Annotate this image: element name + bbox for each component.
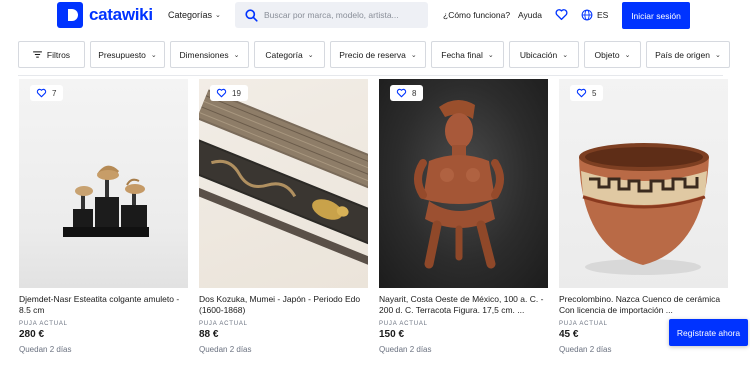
lot-card[interactable]: 8 Nayarit, Costa Oeste de México, 100 a.… (379, 79, 548, 354)
time-remaining: Quedan 2 días (559, 345, 612, 354)
chevron-down-icon: ⌄ (624, 51, 631, 59)
amulets-illustration (63, 165, 149, 237)
lot-card[interactable]: 5 Precolombino. Nazca Cuenco de cerámica… (559, 79, 728, 354)
top-header: catawiki Categorías ⌄ ¿Cómo funciona? Ay… (0, 0, 750, 32)
lot-title[interactable]: Precolombino. Nazca Cuenco de cerámica C… (559, 294, 728, 316)
favorite-badge[interactable]: 19 (210, 85, 248, 101)
favorite-badge[interactable]: 7 (30, 85, 64, 101)
globe-icon (581, 9, 593, 21)
register-button[interactable]: Regístrate ahora (669, 319, 748, 346)
help-link[interactable]: Ayuda (518, 10, 542, 20)
time-remaining: Quedan 2 días (19, 345, 72, 354)
filter-reserve-price[interactable]: Precio de reserva ⌄ (330, 41, 426, 68)
filter-label: Dimensiones (179, 49, 229, 60)
filter-label: Filtros (46, 49, 71, 60)
lot-title[interactable]: Nayarit, Costa Oeste de México, 100 a. C… (379, 294, 548, 316)
filter-label: Precio de reserva (339, 49, 406, 60)
nazca-bowl-illustration (579, 143, 709, 275)
chevron-down-icon: ⌄ (215, 12, 221, 19)
time-remaining: Quedan 2 días (379, 345, 432, 354)
favorite-count: 7 (52, 88, 57, 98)
filter-label: Categoría (265, 49, 303, 60)
filter-object[interactable]: Objeto ⌄ (584, 41, 641, 68)
favorite-badge[interactable]: 5 (570, 85, 604, 101)
lot-card[interactable]: 7 Djemdet-Nasr Esteatita colgante amulet… (19, 79, 188, 354)
heart-icon (36, 88, 47, 98)
how-it-works-link[interactable]: ¿Cómo funciona? (443, 10, 510, 20)
catawiki-logo[interactable]: catawiki (57, 2, 153, 28)
chevron-down-icon: ⌄ (150, 51, 157, 59)
lot-title[interactable]: Djemdet-Nasr Esteatita colgante amuleto … (19, 294, 188, 316)
filter-country-of-origin[interactable]: País de origen ⌄ (646, 41, 730, 68)
filter-label: Presupuesto (98, 49, 146, 60)
chevron-down-icon: ⌄ (307, 51, 314, 59)
sliders-icon (33, 51, 42, 58)
chevron-down-icon: ⌄ (233, 51, 240, 59)
chevron-down-icon: ⌄ (714, 51, 721, 59)
search-input[interactable] (264, 10, 424, 20)
current-bid-price: 88 € (199, 329, 219, 340)
filter-budget[interactable]: Presupuesto ⌄ (90, 41, 165, 68)
language-selector[interactable]: ES (581, 9, 608, 21)
heart-icon (216, 88, 227, 98)
current-bid-label: PUJA ACTUAL (199, 321, 248, 327)
filter-category[interactable]: Categoría ⌄ (254, 41, 325, 68)
terracotta-figure-illustration (414, 99, 504, 269)
categories-menu[interactable]: Categorías ⌄ (168, 10, 221, 20)
lot-image-amulets[interactable]: 7 (19, 79, 188, 288)
search-bar[interactable] (235, 2, 428, 28)
favorite-badge[interactable]: 8 (390, 85, 424, 101)
favorite-count: 5 (592, 88, 597, 98)
current-bid-label: PUJA ACTUAL (19, 321, 68, 327)
filter-label: País de origen (655, 49, 710, 60)
filter-bar: Filtros Presupuesto ⌄ Dimensiones ⌄ Cate… (18, 41, 730, 68)
current-bid-price: 280 € (19, 329, 45, 340)
signin-button[interactable]: Iniciar sesión (622, 2, 690, 29)
logo-text: catawiki (89, 5, 153, 24)
current-bid-label: PUJA ACTUAL (379, 321, 428, 327)
lot-image-kozuka[interactable]: 19 (199, 79, 368, 288)
favorite-count: 19 (232, 88, 241, 98)
filter-label: Objeto (594, 49, 620, 60)
chevron-down-icon: ⌄ (562, 51, 569, 59)
filter-divider (18, 75, 723, 76)
favorites-heart-icon[interactable] (555, 8, 568, 21)
heart-icon (576, 88, 587, 98)
current-bid-price: 150 € (379, 329, 405, 340)
kozuka-illustration (199, 89, 368, 268)
logo-mark-icon (57, 2, 83, 28)
favorite-count: 8 (412, 88, 417, 98)
chevron-down-icon: ⌄ (410, 51, 417, 59)
chevron-down-icon: ⌄ (487, 51, 494, 59)
lot-image-terracotta-figure[interactable]: 8 (379, 79, 548, 288)
filter-location[interactable]: Ubicación ⌄ (509, 41, 579, 68)
heart-icon (396, 88, 407, 98)
filter-dimensions[interactable]: Dimensiones ⌄ (170, 41, 249, 68)
categories-label: Categorías (168, 10, 213, 20)
search-icon (245, 8, 258, 22)
filters-button[interactable]: Filtros (18, 41, 85, 68)
filter-label: Ubicación (519, 49, 558, 60)
filter-label: Fecha final (441, 49, 483, 60)
time-remaining: Quedan 2 días (199, 345, 252, 354)
filter-end-date[interactable]: Fecha final ⌄ (431, 41, 504, 68)
language-label: ES (597, 10, 609, 20)
lot-title[interactable]: Dos Kozuka, Mumei - Japón - Periodo Edo … (199, 294, 368, 316)
lot-image-nazca-bowl[interactable]: 5 (559, 79, 728, 288)
lot-card[interactable]: 19 Dos Kozuka, Mumei - Japón - Periodo E… (199, 79, 368, 354)
